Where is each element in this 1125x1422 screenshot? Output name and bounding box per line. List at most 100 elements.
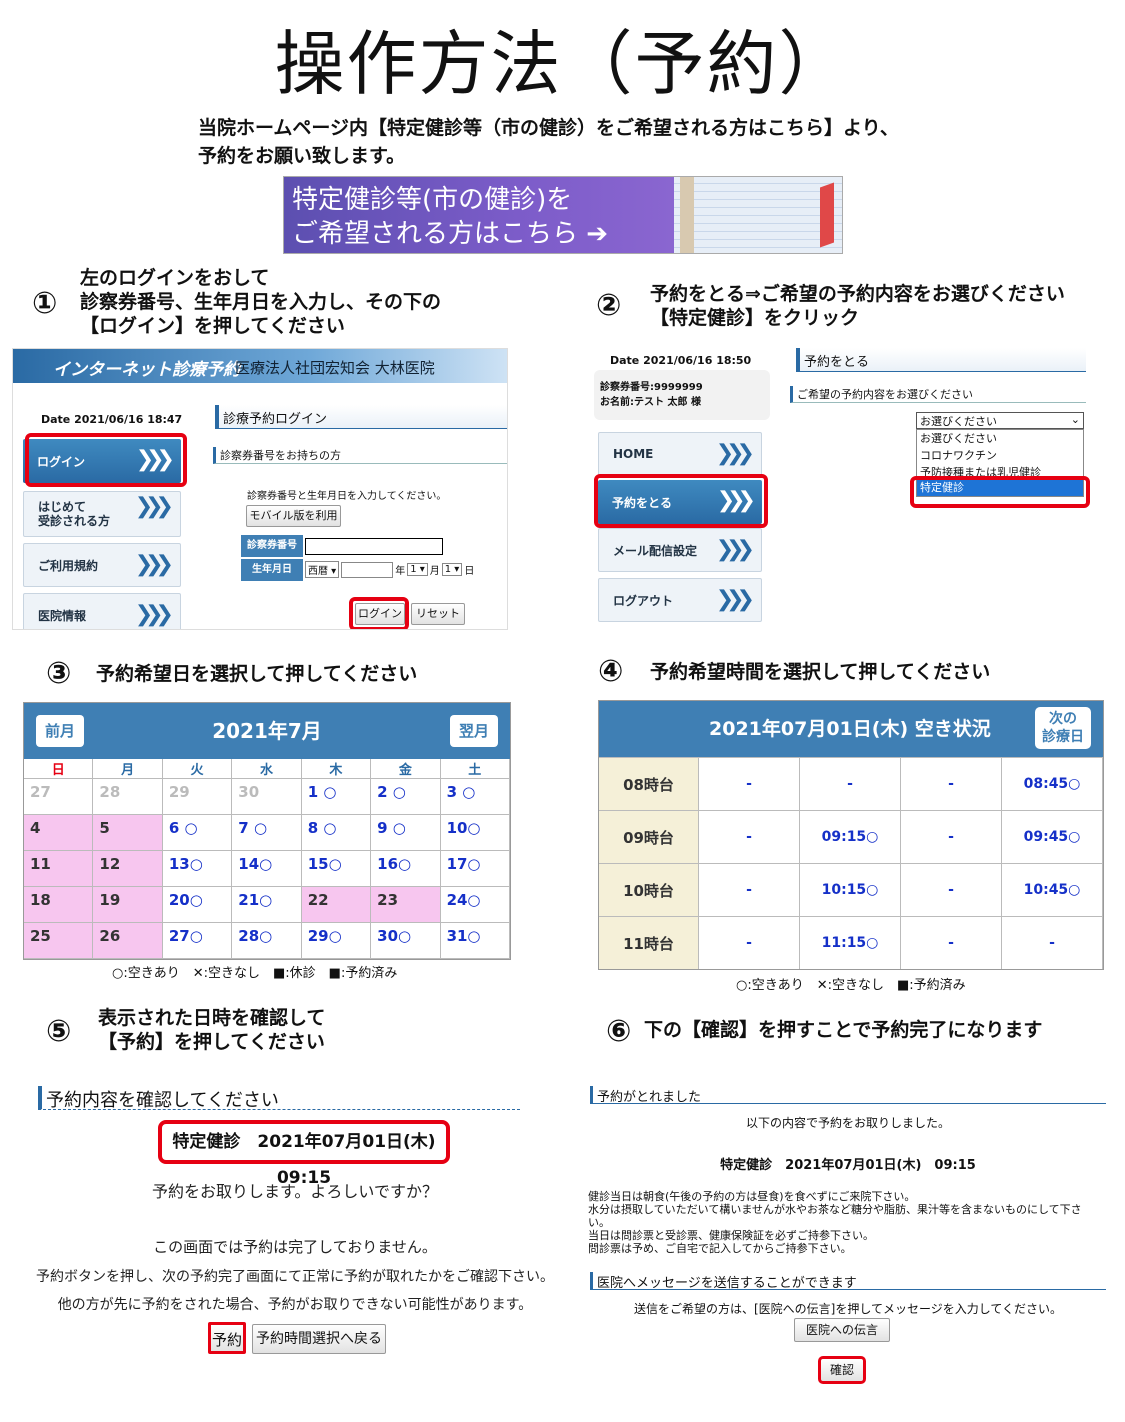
step6-heading: 下の【確認】を押すことで予約完了になります [644,1019,1043,1041]
nav-terms-button[interactable]: ご利用規約 ❯❯❯ [23,543,181,587]
time-slot[interactable]: 08:45○ [1002,757,1103,810]
patient-id-label: 診察券番号 [241,535,303,557]
patient-info-box: 診察券番号:9999999 お名前:テスト 太郎 様 [594,370,770,420]
calendar-day[interactable]: 13○ [162,851,233,887]
reserve-submit-button[interactable]: 予約 [208,1322,246,1354]
calendar-day[interactable]: 29○ [301,923,372,959]
calendar-day[interactable]: 16○ [371,851,441,887]
hour-label: 11時台 [599,916,699,969]
time-slot[interactable]: 11:15○ [800,916,901,969]
hour-label: 08時台 [599,757,699,810]
done-line: 以下の内容で予約をお取りしました。 [745,1116,950,1130]
calendar-day[interactable]: 3 ○ [440,779,510,815]
nav-first-visit-button[interactable]: はじめて 受診される方 ❯❯❯ [23,491,181,537]
calendar-day[interactable]: 15○ [301,851,372,887]
hour-label: 10時台 [599,863,699,916]
calendar-day: 28 [93,779,163,815]
era-select[interactable]: 西暦 ▾ [305,561,340,578]
dow-header: 木 [301,759,372,779]
calendar-day[interactable]: 30○ [371,923,441,959]
calendar-day[interactable]: 7 ○ [232,815,302,851]
time-slot: - [699,916,800,969]
confirm-detail: 特定健診 2021年07月01日(木) 09:15 [158,1120,453,1188]
login-panel-title: 診療予約ログイン [215,405,507,429]
calendar-day[interactable]: 8 ○ [301,815,372,851]
option-covid-vaccine[interactable]: コロナワクチン [917,447,1083,464]
calendar-day: 27 [24,779,94,815]
login-header-title: インターネット診療予約 [53,360,240,380]
nav-clinic-info-button[interactable]: 医院情報 ❯❯❯ [23,593,181,629]
nav-label: 医院情報 [38,608,87,623]
chevron-down-icon: ⌄ [1070,413,1080,426]
calendar-day[interactable]: 31○ [440,923,510,959]
time-slot-table: 2021年07月01日(木) 空き状況 次の 診療日 08時台 - - - 08… [598,700,1104,970]
calendar-day[interactable]: 6 ○ [162,815,233,851]
calendar-day: 12 [93,851,163,887]
year-input[interactable] [341,561,394,578]
dow-header: 火 [162,759,233,779]
time-slot[interactable]: 10:45○ [1002,863,1103,916]
step5-heading: 表示された日時を確認して 【予約】を押してください [98,1006,325,1054]
time-slot: - [901,757,1002,810]
calendar-header: 前月 2021年7月 翌月 [24,703,510,759]
calendar-day[interactable]: 20○ [162,887,233,923]
calendar-day: 5 [93,815,163,851]
option-placeholder[interactable]: お選びください [917,430,1083,447]
reserve-type-select[interactable]: お選びください ⌄ [916,412,1084,429]
calendar-day[interactable]: 10○ [440,815,510,851]
time-legend: ○:空きあり ✕:空きなし ■:予約済み [736,978,966,993]
step3-number: ③ [46,656,72,691]
month-select[interactable]: 1 ▾ [407,563,428,576]
calendar-day[interactable]: 17○ [440,851,510,887]
step2-heading: 予約をとる⇒ご希望の予約内容をお選びください 【特定健診】をクリック [650,282,1065,330]
select-value: お選びください [920,415,997,428]
next-month-button[interactable]: 翌月 [450,715,498,747]
time-slot[interactable]: 09:15○ [800,810,901,863]
step5-line: 表示された日時を確認して [98,1007,326,1029]
dow-header: 金 [371,759,441,779]
time-slot: - [699,863,800,916]
nav-label: ログアウト [613,593,674,608]
dow-header: 土 [440,759,510,779]
login-subtitle: 診察券番号をお持ちの方 [213,447,507,464]
hour-label: 09時台 [599,810,699,863]
step1-line: 【ログイン】を押してください [80,315,345,337]
banner-line-2: ご希望される方はこちら ➔ [292,219,609,249]
calendar-day[interactable]: 9 ○ [371,815,441,851]
done-section-title: 予約がとれました [590,1086,1106,1105]
patient-id-input[interactable] [305,538,443,555]
day-select[interactable]: 1 ▾ [441,563,463,576]
tokutei-banner[interactable]: 特定健診等(市の健診)を ご希望される方はこちら ➔ [283,176,843,254]
message-to-clinic-button[interactable]: 医院への伝言 [794,1318,890,1342]
done-note: 健診当日は朝食(午後の予約の方は昼食)を食べずにご来院下さい。 [588,1190,916,1203]
reset-button[interactable]: リセット [411,603,465,625]
message-hint: 送信をご希望の方は、[医院への伝言]を押してメッセージを入力してください。 [633,1302,1063,1316]
time-slot[interactable]: 10:15○ [800,863,901,916]
calendar-day[interactable]: 21○ [232,887,302,923]
login-header-bar: インターネット診療予約 医療法人社団宏知会 大林医院 [13,349,507,383]
dow-header: 日 [24,759,94,779]
reserve-panel-title: 予約をとる [796,348,1086,372]
nav-home-button[interactable]: HOME ❯❯❯ [598,432,762,476]
mobile-version-button[interactable]: モバイル版を利用 [246,505,341,527]
prev-month-button[interactable]: 前月 [36,715,84,747]
calendar-day[interactable]: 2 ○ [371,779,441,815]
calendar-grid: 日 月 火 水 木 金 土 27 28 29 30 1 ○ 2 ○ 3 ○ 4 … [24,759,510,959]
time-slot[interactable]: 09:45○ [1002,810,1103,863]
next-day-button[interactable]: 次の 診療日 [1035,707,1091,749]
calendar-day[interactable]: 24○ [440,887,510,923]
nav-logout-button[interactable]: ログアウト ❯❯❯ [598,578,762,622]
step5-number: ⑤ [46,1014,72,1049]
calendar-day[interactable]: 28○ [232,923,302,959]
calendar-day[interactable]: 27○ [162,923,233,959]
calendar-day: 30 [232,779,302,815]
final-confirm-button[interactable]: 確認 [818,1356,866,1384]
step1-line: 診察券番号、生年月日を入力し、その下の [80,291,442,313]
time-slot: - [699,810,800,863]
back-to-time-button[interactable]: 予約時間選択へ戻る [252,1324,386,1354]
step2-line: 予約をとる⇒ご希望の予約内容をお選びください [650,283,1065,305]
nav-mail-settings-button[interactable]: メール配信設定 ❯❯❯ [598,528,762,572]
time-slot: - [699,757,800,810]
calendar-day[interactable]: 1 ○ [301,779,372,815]
calendar-day[interactable]: 14○ [232,851,302,887]
